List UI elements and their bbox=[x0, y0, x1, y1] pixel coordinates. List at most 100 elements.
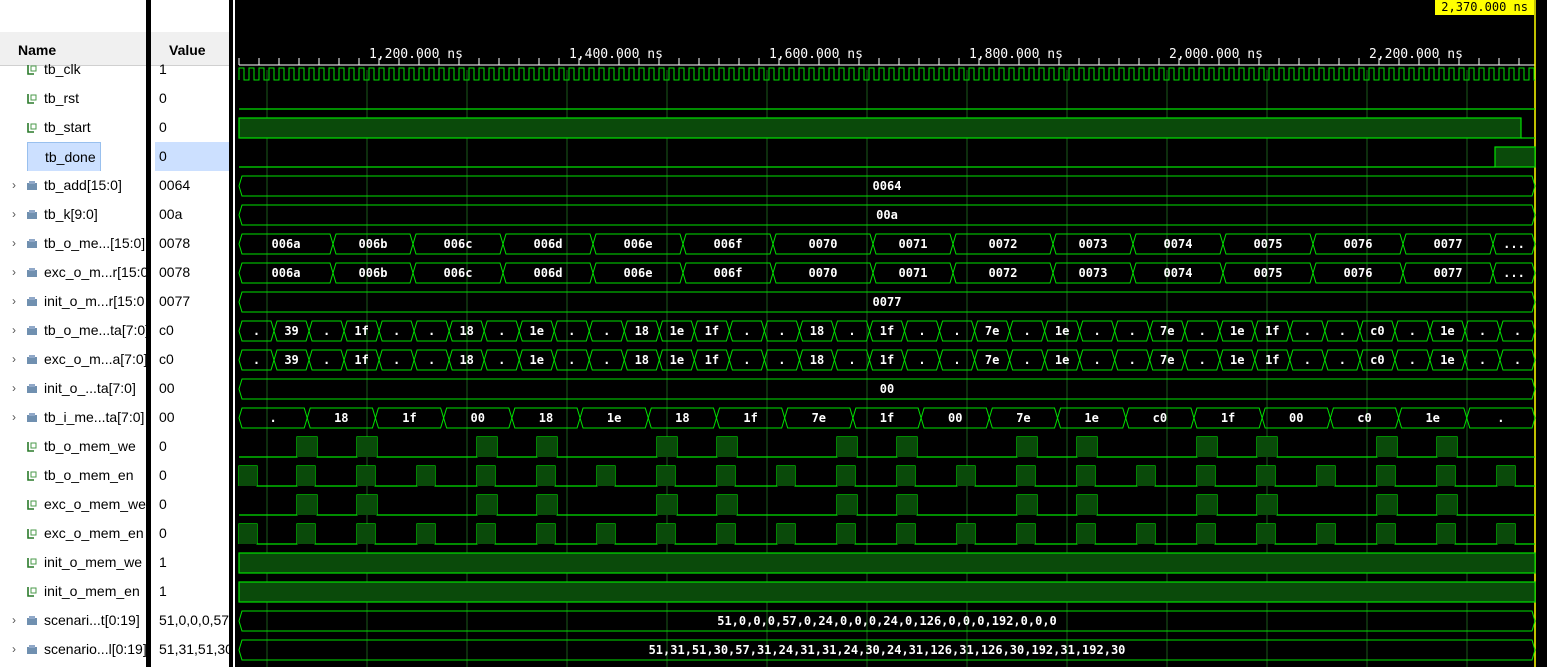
expand-chevron-icon[interactable]: › bbox=[12, 345, 16, 374]
expand-chevron-icon[interactable]: › bbox=[12, 316, 16, 345]
bus-value-label: . bbox=[1023, 353, 1030, 367]
signal-row[interactable]: tb_o_mem_en bbox=[0, 461, 146, 490]
signal-value: 00a bbox=[159, 206, 183, 222]
bus-value-label: 006e bbox=[624, 237, 653, 251]
signal-row[interactable]: › tb_o_me...ta[7:0] bbox=[0, 316, 146, 345]
signal-row[interactable]: › init_o_m...r[15:0 bbox=[0, 287, 146, 316]
bus-value-label: 1e bbox=[1440, 324, 1454, 338]
signal-row[interactable]: tb_o_mem_we bbox=[0, 432, 146, 461]
bus-value-label: 00 bbox=[948, 411, 962, 425]
bus-value-label: . bbox=[498, 324, 505, 338]
signal-row[interactable]: tb_clk bbox=[0, 55, 146, 84]
bus-value-label: . bbox=[1479, 353, 1486, 367]
bus-value-label: 7e bbox=[1160, 353, 1174, 367]
signal-value: 1 bbox=[159, 583, 167, 599]
bus-value-label: . bbox=[848, 353, 855, 367]
waveform-panel[interactable]: 2,370.000 ns 1,200.000 ns 1,400.000 ns 1,6… bbox=[233, 0, 1547, 667]
bit-signal-icon bbox=[27, 65, 37, 75]
bus-value-label: . bbox=[1514, 353, 1521, 367]
signal-value-panel: Value 1 0 0 0 0064 00a 0078 0078 0077 c0 c0 00 00 0 0 0… bbox=[151, 0, 229, 667]
expand-chevron-icon[interactable]: › bbox=[12, 258, 16, 287]
bus-value-label: 1e bbox=[1230, 324, 1244, 338]
bus-value-label: . bbox=[848, 324, 855, 338]
signal-name: scenario...l[0:19] bbox=[44, 641, 146, 657]
expand-chevron-icon[interactable]: › bbox=[12, 287, 16, 316]
high-region bbox=[1257, 466, 1275, 486]
signal-row[interactable]: › scenario...l[0:19] bbox=[0, 635, 146, 664]
high-region bbox=[837, 524, 855, 544]
bus-value-label: 0077 bbox=[1434, 237, 1463, 251]
bus-value-label: 7e bbox=[812, 411, 826, 425]
high-region bbox=[777, 524, 795, 544]
expand-chevron-icon[interactable]: › bbox=[12, 403, 16, 432]
bus-value-label: 0073 bbox=[1079, 266, 1108, 280]
expand-chevron-icon[interactable]: › bbox=[12, 635, 16, 664]
bus-value-label: 39 bbox=[284, 324, 298, 338]
bus-value-label: 39 bbox=[284, 353, 298, 367]
signal-row[interactable]: init_o_mem_we bbox=[0, 548, 146, 577]
bus-value-label: 0072 bbox=[989, 237, 1018, 251]
bus-value-label: 1f bbox=[1265, 353, 1279, 367]
bus-value-label: . bbox=[568, 324, 575, 338]
signal-row[interactable]: exc_o_mem_we bbox=[0, 490, 146, 519]
bus-value-label: 51,31,51,30,57,31,24,31,31,24,30,24,31,1… bbox=[649, 643, 1126, 657]
bus-value-label: . bbox=[1339, 353, 1346, 367]
expand-chevron-icon[interactable]: › bbox=[12, 229, 16, 258]
bus-value-label: 0071 bbox=[899, 266, 928, 280]
bus-value-label: . bbox=[1409, 324, 1416, 338]
signal-value: 0 bbox=[159, 90, 167, 106]
signal-name: scenari...t[0:19] bbox=[44, 612, 140, 628]
expand-chevron-icon[interactable]: › bbox=[12, 171, 16, 200]
signal-name: init_o_mem_we bbox=[44, 554, 143, 570]
bus-signal-icon bbox=[27, 297, 37, 306]
bus-value-label: 51,0,0,0,57,0,24,0,0,0,24,0,126,0,0,0,19… bbox=[717, 614, 1057, 628]
bus-value-label: 0072 bbox=[989, 266, 1018, 280]
high-region bbox=[239, 524, 257, 544]
bus-value-label: . bbox=[393, 324, 400, 338]
high-region bbox=[1257, 495, 1277, 515]
signal-row[interactable]: exc_o_mem_en bbox=[0, 519, 146, 548]
high-region bbox=[238, 581, 1536, 603]
signal-row[interactable]: › tb_i_me...ta[7:0] bbox=[0, 403, 146, 432]
signal-row[interactable]: init_o_mem_en bbox=[0, 577, 146, 606]
bus-value-label: . bbox=[1129, 353, 1136, 367]
signal-row[interactable]: › exc_o_m...r[15:0 bbox=[0, 258, 146, 287]
signal-value: 1 bbox=[159, 554, 167, 570]
signal-row[interactable]: › tb_o_me...[15:0] bbox=[0, 229, 146, 258]
high-region bbox=[297, 437, 317, 457]
signal-row[interactable]: › scenari...t[0:19] bbox=[0, 606, 146, 635]
bit-signal-icon bbox=[27, 123, 37, 133]
signal-row[interactable]: › tb_k[9:0] bbox=[0, 200, 146, 229]
high-region bbox=[537, 495, 557, 515]
high-region bbox=[1077, 524, 1095, 544]
signal-row[interactable]: › init_o_...ta[7:0] bbox=[0, 374, 146, 403]
bus-value-label: 1e bbox=[1055, 353, 1069, 367]
signal-row[interactable]: tb_done bbox=[0, 142, 146, 171]
expand-chevron-icon[interactable]: › bbox=[12, 374, 16, 403]
signal-row[interactable]: › tb_add[15:0] bbox=[0, 171, 146, 200]
bus-value-label: 0073 bbox=[1079, 237, 1108, 251]
bus-value-label: 0075 bbox=[1254, 237, 1283, 251]
high-region bbox=[717, 437, 737, 457]
signal-row[interactable]: tb_start bbox=[0, 113, 146, 142]
high-region bbox=[897, 524, 915, 544]
expand-chevron-icon[interactable]: › bbox=[12, 606, 16, 635]
high-region bbox=[297, 524, 315, 544]
signal-row[interactable]: tb_rst bbox=[0, 84, 146, 113]
bus-value-label: . bbox=[603, 324, 610, 338]
pulse-wave bbox=[239, 436, 1535, 458]
signal-name: exc_o_m...r[15:0 bbox=[44, 264, 146, 280]
bus-value-label: . bbox=[778, 324, 785, 338]
high-region bbox=[1017, 437, 1037, 457]
high-region bbox=[537, 466, 555, 486]
bus-value-label: 0076 bbox=[1344, 266, 1373, 280]
expand-chevron-icon[interactable]: › bbox=[12, 200, 16, 229]
signal-row[interactable]: › exc_o_m...a[7:0] bbox=[0, 345, 146, 374]
high-region bbox=[837, 437, 857, 457]
bus-value-label: ... bbox=[1503, 266, 1525, 280]
high-region bbox=[717, 495, 737, 515]
signal-name: tb_o_me...ta[7:0] bbox=[44, 322, 146, 338]
waveform-canvas[interactable]: 1,200.000 ns 1,400.000 ns 1,600.000 ns 1,80… bbox=[233, 0, 1547, 667]
signal-name-panel: Name tb_clk tb_rst tb_start tb_done › tb_add[… bbox=[0, 0, 146, 667]
high-region bbox=[1257, 524, 1275, 544]
